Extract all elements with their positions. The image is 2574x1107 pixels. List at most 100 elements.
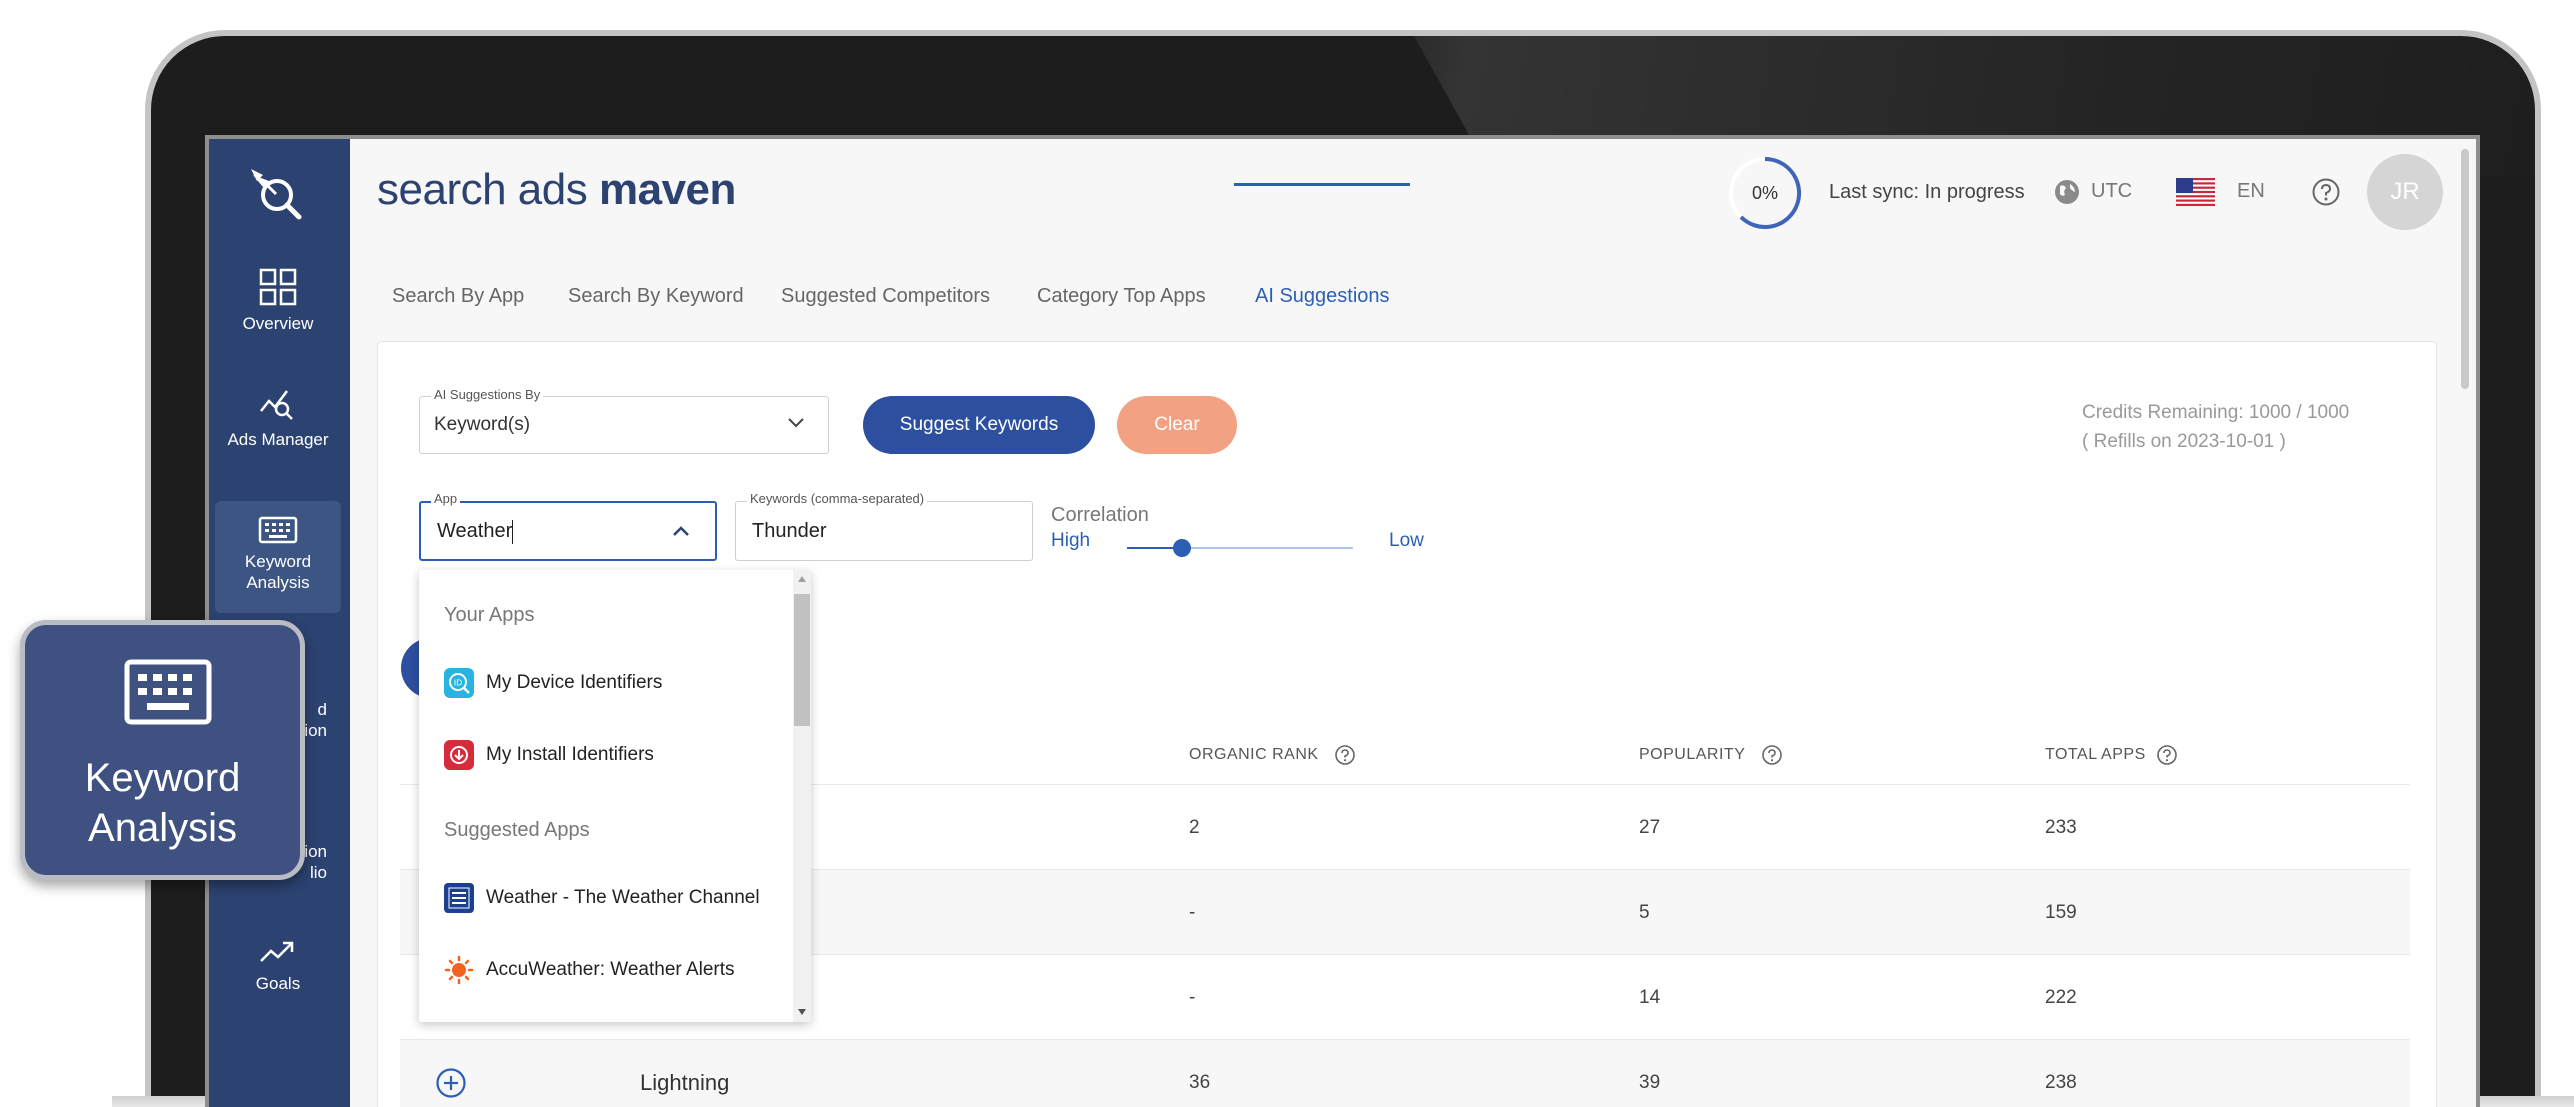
column-header-popularity[interactable]: POPULARITY (1639, 746, 1745, 764)
add-circle-icon[interactable] (435, 1067, 467, 1099)
popularity-cell: 27 (1639, 817, 1661, 838)
avatar[interactable]: JR (2367, 154, 2443, 230)
weather-channel-app-icon (444, 883, 474, 913)
dropdown-option-label: Weather - The Weather Channel (486, 887, 760, 908)
device-identifiers-app-icon: ID (444, 668, 474, 698)
tab-suggested-competitors[interactable]: Suggested Competitors (781, 285, 990, 331)
sidebar-item-label: Overview (242, 314, 314, 333)
accuweather-sun-icon (444, 955, 474, 985)
sync-percent: 0% (1751, 183, 1778, 203)
trend-up-icon (260, 941, 294, 962)
dropdown-scrollbar-thumb[interactable] (794, 594, 810, 726)
dropdown-option-my-install-identifiers[interactable]: My Install Identifiers (444, 738, 654, 772)
dropdown-option-label: My Install Identifiers (486, 744, 654, 765)
dropdown-option-weather-channel[interactable]: Weather - The Weather Channel (444, 881, 760, 915)
language-selector[interactable]: EN (2237, 180, 2265, 203)
timezone-label[interactable]: UTC (2091, 180, 2132, 203)
sidebar-item-keyword-analysis[interactable]: Keyword Analysis (215, 501, 341, 613)
sidebar-item-goals[interactable]: Goals (215, 937, 341, 994)
suggestion-mode-label: AI Suggestions By (431, 387, 544, 402)
dropdown-option-accuweather[interactable]: AccuWeather: Weather Alerts (444, 953, 735, 987)
dropdown-option-my-device-identifiers[interactable]: ID My Device Identifiers (444, 666, 662, 700)
suggestion-mode-value: Keyword(s) (434, 414, 531, 435)
table-row[interactable]: Lightning 36 39 238 (400, 1039, 2410, 1107)
dropdown-option-label: AccuWeather: Weather Alerts (486, 959, 735, 980)
tab-search-by-keyword[interactable]: Search By Keyword (568, 285, 744, 331)
app-search-input[interactable]: Weather (419, 501, 717, 561)
sidebar-item-label: Goals (255, 974, 301, 993)
scroll-down-arrow-icon[interactable] (797, 1008, 807, 1016)
dropdown-group-your-apps: Your Apps (444, 604, 535, 626)
total-apps-cell: 159 (2045, 902, 2077, 923)
organic-rank-cell: 36 (1189, 1072, 1211, 1093)
total-apps-cell: 233 (2045, 817, 2077, 838)
keyboard-icon (258, 516, 298, 544)
popularity-cell: 5 (1639, 902, 1650, 923)
chart-search-icon (260, 390, 293, 420)
sidebar-item-label: Keyword Analysis (244, 552, 312, 592)
keywords-input[interactable]: Thunder (735, 501, 1033, 561)
credits-refill-date: ( Refills on 2023-10-01 ) (2082, 431, 2286, 452)
credits-info: Credits Remaining: 1000 / 1000 ( Refills… (2082, 398, 2349, 456)
page-scrollbar-thumb[interactable] (2461, 149, 2469, 389)
help-icon[interactable] (2311, 177, 2341, 207)
sidebar-item-ads-manager[interactable]: Ads Manager (215, 387, 341, 450)
dropdown-group-suggested-apps: Suggested Apps (444, 819, 590, 841)
organic-rank-cell: - (1189, 902, 1196, 923)
correlation-low-label: Low (1389, 530, 1424, 551)
app-field-label: App (431, 491, 461, 506)
clear-button[interactable]: Clear (1117, 396, 1237, 454)
tab-ai-suggestions[interactable]: AI Suggestions (1255, 285, 1390, 331)
help-icon[interactable] (2156, 744, 2178, 766)
credits-remaining: Credits Remaining: 1000 / 1000 (2082, 402, 2350, 423)
keywords-field-label: Keywords (comma-separated) (747, 491, 928, 506)
svg-text:ID: ID (454, 679, 463, 688)
keyword-analysis-callout: Keyword Analysis (20, 620, 305, 880)
correlation-high-label: High (1051, 530, 1091, 551)
tab-category-top-apps[interactable]: Category Top Apps (1037, 285, 1206, 331)
brand-bold: maven (598, 165, 736, 214)
suggest-keywords-button[interactable]: Suggest Keywords (863, 396, 1095, 454)
active-tab-indicator (1234, 183, 1410, 186)
dropdown-option-label: My Device Identifiers (486, 672, 663, 693)
popularity-cell: 39 (1639, 1072, 1661, 1093)
app-brand: search ads maven (377, 165, 736, 215)
help-icon[interactable] (1334, 744, 1356, 766)
tab-search-by-app[interactable]: Search By App (392, 285, 524, 331)
suggestion-mode-select[interactable]: Keyword(s) (419, 396, 829, 454)
organic-rank-cell: 2 (1189, 817, 1200, 838)
organic-rank-cell: - (1189, 987, 1196, 1008)
main-card: Keyword(s) AI Suggestions By Suggest Key… (377, 341, 2437, 1107)
app-dropdown-menu: Your Apps ID My Device Identifiers My In… (419, 570, 811, 1022)
correlation-slider-thumb[interactable] (1173, 539, 1191, 557)
sync-status: Last sync: In progress (1829, 181, 2025, 203)
page-scrollbar[interactable] (2461, 149, 2471, 1107)
app-screen: Overview Ads Manager Keyword Analysis d … (205, 135, 2480, 1107)
brand-light: search ads (377, 165, 599, 214)
callout-label: Keyword Analysis (25, 753, 300, 853)
app-input-value: Weather (437, 520, 513, 542)
help-icon[interactable] (1761, 744, 1783, 766)
chevron-down-icon (788, 418, 804, 428)
callout-line-1: Keyword (84, 756, 241, 800)
dropdown-scrollbar[interactable] (793, 570, 811, 1022)
sidebar-item-label: Ads Manager (227, 430, 329, 449)
text-caret (512, 519, 514, 544)
column-header-organic-rank[interactable]: ORGANIC RANK (1189, 746, 1319, 764)
grid-icon (259, 268, 297, 306)
total-apps-cell: 238 (2045, 1072, 2077, 1093)
correlation-label: Correlation (1051, 504, 1149, 526)
sidebar-item-overview[interactable]: Overview (215, 267, 341, 334)
keyword-cell: Lightning (640, 1070, 730, 1095)
total-apps-cell: 222 (2045, 987, 2077, 1008)
callout-line-2: Analysis (88, 806, 237, 850)
column-header-total-apps[interactable]: TOTAL APPS (2045, 746, 2146, 764)
keyboard-icon (124, 659, 212, 725)
scroll-up-arrow-icon[interactable] (797, 575, 807, 583)
search-ads-logo-icon[interactable] (243, 161, 309, 227)
chevron-up-icon (673, 526, 689, 536)
install-identifiers-app-icon (444, 740, 474, 770)
us-flag-icon[interactable] (2176, 178, 2215, 206)
globe-icon[interactable] (2053, 178, 2081, 206)
keywords-input-value: Thunder (752, 520, 827, 542)
